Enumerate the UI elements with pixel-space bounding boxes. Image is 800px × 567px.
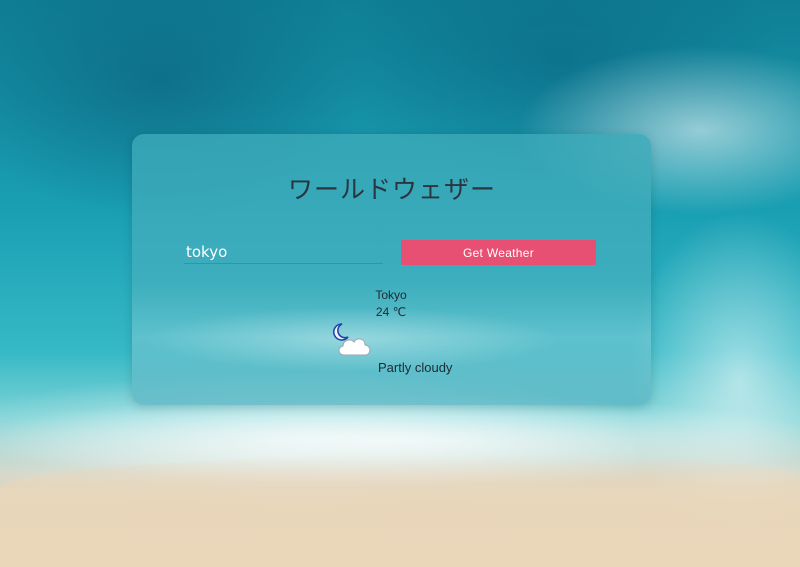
city-search-input[interactable] [184,240,383,264]
city-name: Tokyo [375,288,407,302]
partly-cloudy-night-icon [333,323,371,356]
sand-shore [0,455,800,567]
weather-condition: Partly cloudy [378,360,453,375]
app-title: ワールドウェザー [287,176,496,204]
temperature: 24 ℃ [375,305,407,319]
get-weather-button[interactable]: Get Weather [401,240,596,265]
